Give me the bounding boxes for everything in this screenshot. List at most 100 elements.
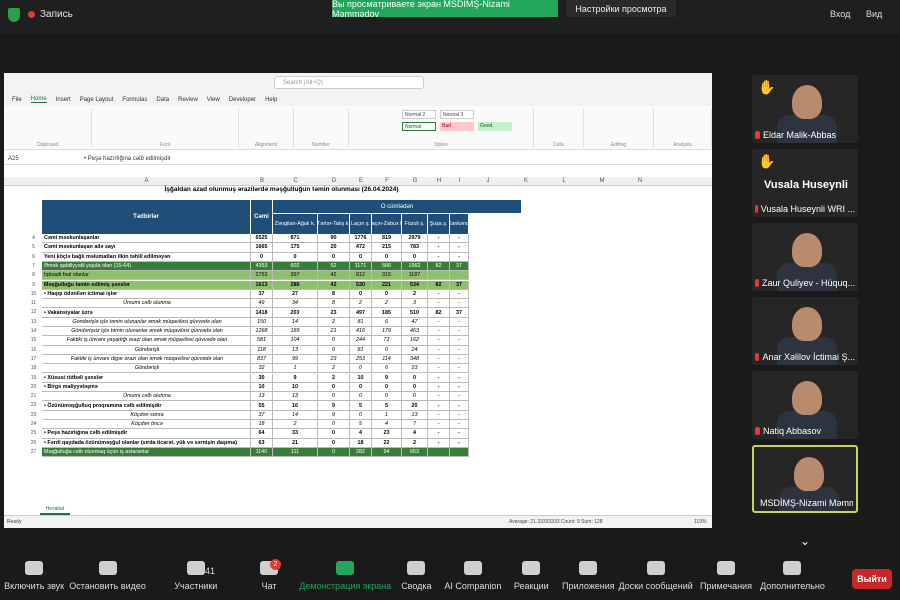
table-cell[interactable]: 71 (372, 336, 402, 346)
table-cell[interactable]: Yeni köçlə bağlı məlumatları ilkin təhli… (42, 252, 251, 262)
table-cell[interactable]: 1962 (402, 261, 428, 272)
column-header-e[interactable]: E (350, 178, 372, 184)
table-cell[interactable]: 0 (402, 373, 428, 383)
table-cell[interactable]: 2 (372, 299, 402, 309)
table-cell[interactable]: 10 (251, 382, 273, 393)
share-button[interactable]: Демонстрация экрана (299, 561, 391, 591)
column-header-c[interactable]: C (273, 178, 318, 184)
table-cell[interactable]: 783 (402, 243, 428, 253)
table-cell[interactable]: 10 (273, 382, 318, 393)
table-cell[interactable]: 463 (402, 327, 428, 337)
table-cell[interactable]: - (450, 354, 469, 365)
table-cell[interactable]: 0 (350, 382, 372, 393)
table-cell[interactable]: 42 (318, 280, 350, 290)
row-number[interactable]: 18 (26, 365, 41, 371)
table-cell[interactable]: 189 (273, 327, 318, 337)
menu-formulas[interactable]: Formulas (122, 97, 147, 103)
table-cell[interactable]: 1613 (251, 280, 273, 290)
table-cell[interactable]: Gəndərişlə işlə təmin olunanlar əmək müq… (42, 317, 251, 327)
table-cell[interactable]: Faktiki iş ünvanı digər ərazi olan əmək … (42, 354, 251, 365)
table-cell[interactable]: İqtisadi fəal olanlar (42, 271, 251, 281)
table-cell[interactable]: 0 (350, 364, 372, 374)
column-header-m[interactable]: M (583, 178, 621, 184)
table-cell[interactable]: - (428, 345, 450, 355)
table-cell[interactable]: 1140 (251, 447, 273, 458)
column-header-n[interactable]: N (621, 178, 659, 184)
table-cell[interactable]: 33 (273, 429, 318, 439)
table-cell[interactable]: 819 (372, 234, 402, 244)
participant-tile[interactable]: Zaur Quliyev - Hüquq... (752, 223, 858, 291)
table-cell[interactable]: 52 (318, 261, 350, 272)
table-cell[interactable]: 0 (318, 447, 350, 458)
table-cell[interactable]: 0 (318, 382, 350, 393)
table-cell[interactable]: Məşğulluğa cəlb olunmaq üçün iş axtaranl… (42, 447, 251, 458)
table-cell[interactable]: 21 (318, 327, 350, 337)
table-cell[interactable]: 37 (450, 261, 469, 272)
row-number[interactable]: 24 (26, 421, 41, 427)
table-cell[interactable]: 5 (350, 401, 372, 411)
table-cell[interactable]: 2979 (402, 234, 428, 244)
table-cell[interactable]: 23 (318, 308, 350, 318)
table-cell[interactable]: - (428, 373, 450, 383)
table-cell[interactable]: 8 (318, 299, 350, 309)
table-cell[interactable]: 5 (372, 401, 402, 411)
table-cell[interactable]: 4 (350, 429, 372, 439)
table-cell[interactable]: 16 (273, 401, 318, 411)
table-cell[interactable]: - (428, 243, 450, 253)
column-header-h[interactable]: H (428, 178, 450, 184)
more-button[interactable]: Дополнительно (760, 561, 825, 591)
table-cell[interactable]: 2 (318, 373, 350, 383)
table-cell[interactable]: 0 (372, 382, 402, 393)
table-cell[interactable]: 0 (318, 429, 350, 439)
table-cell[interactable]: 4 (402, 429, 428, 439)
row-number[interactable]: 26 (26, 440, 41, 446)
summary-button[interactable]: Сводка (401, 561, 432, 591)
table-cell[interactable]: 812 (350, 271, 372, 281)
table-cell[interactable]: 4 (372, 420, 402, 430)
notes-button[interactable]: Примечания (700, 561, 752, 591)
table-cell[interactable]: 1776 (350, 234, 372, 244)
table-cell[interactable]: - (450, 364, 469, 374)
table-cell[interactable]: 32 (251, 364, 273, 374)
table-cell[interactable]: 0 (402, 392, 428, 402)
table-cell[interactable]: 13 (273, 345, 318, 355)
table-cell[interactable]: 472 (350, 243, 372, 253)
participant-tile[interactable]: Anar Xəlilov İctimai Ş... (752, 297, 858, 365)
table-cell[interactable]: 9 (372, 373, 402, 383)
row-number[interactable]: 25 (26, 430, 41, 436)
table-cell[interactable]: 1268 (251, 327, 273, 337)
record-indicator[interactable]: Запись (28, 9, 73, 20)
enter-button[interactable]: Вход (830, 9, 850, 19)
menu-insert[interactable]: Insert (56, 97, 71, 103)
table-cell[interactable]: 0 (372, 392, 402, 402)
table-cell[interactable]: 0 (350, 252, 372, 262)
table-cell[interactable]: 0 (402, 382, 428, 393)
table-cell[interactable]: 0 (350, 410, 372, 420)
column-header-j[interactable]: J (469, 178, 507, 184)
table-cell[interactable]: 837 (251, 354, 273, 365)
menu-review[interactable]: Review (178, 97, 198, 103)
table-cell[interactable]: 14 (273, 317, 318, 327)
participant-tile[interactable]: MSDİMŞ-Nizami Məmm... (752, 445, 858, 513)
table-cell[interactable]: 118 (251, 345, 273, 355)
row-number[interactable]: 5 (26, 244, 41, 250)
table-cell[interactable]: - (450, 327, 469, 337)
table-cell[interactable]: 27 (273, 289, 318, 300)
table-cell[interactable]: 497 (350, 308, 372, 318)
table-cell[interactable]: - (450, 336, 469, 346)
table-cell[interactable]: - (450, 438, 469, 448)
table-cell[interactable]: 2 (273, 420, 318, 430)
table-cell[interactable]: 13 (251, 392, 273, 402)
table-cell[interactable]: 3 (402, 299, 428, 309)
table-cell[interactable]: 282 (350, 447, 372, 458)
table-cell[interactable]: 0 (318, 392, 350, 402)
table-cell[interactable]: 8 (318, 289, 350, 300)
table-cell[interactable]: 397 (273, 271, 318, 281)
table-cell[interactable]: - (428, 420, 450, 430)
table-cell[interactable]: 1418 (251, 308, 273, 318)
table-cell[interactable]: 530 (350, 280, 372, 290)
table-cell[interactable]: - (450, 429, 469, 439)
table-cell[interactable]: 602 (273, 261, 318, 272)
table-cell[interactable]: - (450, 410, 469, 420)
table-cell[interactable]: 94 (372, 447, 402, 458)
